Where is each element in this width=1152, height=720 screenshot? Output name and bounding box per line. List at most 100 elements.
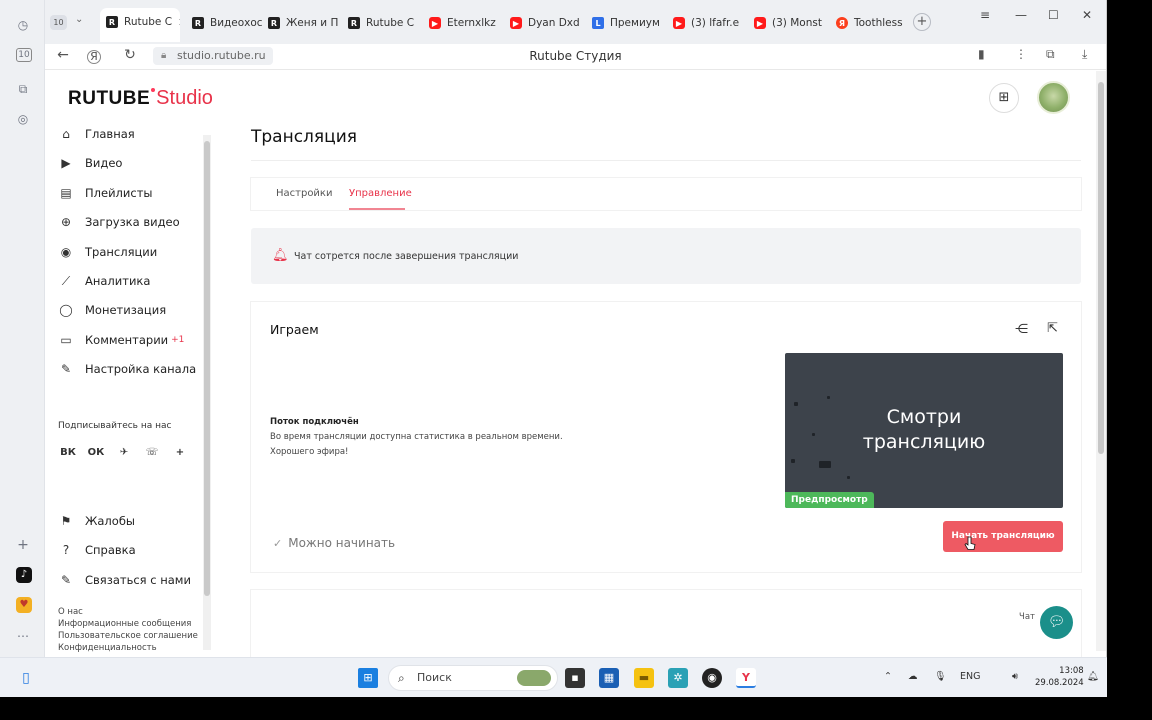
wand-icon: ✎ [60, 362, 72, 377]
sidebar-item[interactable]: ✎ Настройка канала [57, 358, 196, 380]
more-icon[interactable]: ⋯ [14, 627, 32, 645]
stream-preview[interactable]: Смотри трансляцию Предпросмотр [785, 353, 1063, 508]
collections-icon[interactable]: ⧉ [14, 80, 32, 98]
downloads-icon[interactable]: ⤓ [1082, 47, 1087, 62]
widgets-icon[interactable]: ▯ [16, 668, 36, 688]
browser-tab[interactable]: L Премиум [586, 10, 664, 36]
tabs-count-icon[interactable]: 10 [16, 48, 32, 62]
clock[interactable]: 13:08 29.08.2024 [1035, 665, 1084, 689]
sidebar-item[interactable]: ◯ Монетизация [57, 299, 166, 321]
help-icon: ? [62, 543, 70, 558]
footer-link[interactable]: Конфиденциальность [58, 643, 157, 653]
sidebar-bottom-item[interactable]: ? Справка [57, 539, 136, 561]
support-chat-button[interactable]: 💬︎ [1040, 606, 1073, 639]
browser-tab[interactable]: ▶ (3) Monst [748, 10, 826, 36]
sidebar-item[interactable]: ◉ Трансляции [57, 241, 158, 263]
browser-tab[interactable]: Я Toothless [830, 10, 908, 36]
browser-tab[interactable]: ▶ Dyan Dxd [504, 10, 582, 36]
task-view-icon[interactable]: ▪ [565, 668, 585, 688]
browser-tab[interactable]: ▶ (3) lfafr.e [667, 10, 745, 36]
volume-icon[interactable]: 🔊︎ [1012, 671, 1018, 682]
sidebar-item[interactable]: ⟋ Аналитика [57, 270, 151, 292]
bookmark-icon[interactable]: ▮ [978, 47, 985, 61]
share-icon[interactable]: ⋲ [1015, 322, 1028, 337]
new-tab-button[interactable]: + [913, 13, 931, 31]
tab-favicon-icon: ▶ [673, 17, 685, 29]
social-link-icon[interactable]: ✈ [114, 443, 134, 463]
main-content: Трансляция Настройки Управление 🔔︎ Чат с… [251, 71, 1081, 657]
tab-favicon-icon: ▶ [429, 17, 441, 29]
sidebar-scroll-thumb[interactable] [204, 141, 210, 596]
chat-label: Чат [1019, 612, 1035, 622]
close-window-button[interactable]: ✕ [1082, 8, 1092, 22]
add-panel-icon[interactable]: + [14, 536, 32, 554]
folder-icon[interactable]: ▬ [634, 668, 654, 688]
app-settings-icon[interactable]: ✲ [668, 668, 688, 688]
social-link-icon[interactable]: ☏ [142, 443, 162, 463]
tab-management[interactable]: Управление [349, 188, 412, 199]
cloud-icon[interactable]: ☁ [908, 671, 918, 682]
history-icon[interactable]: ◷ [14, 16, 32, 34]
sidebar-item[interactable]: ▭ Комментарии +1 [57, 329, 184, 351]
start-stream-button[interactable]: Начать трансляцию [943, 521, 1063, 552]
screenshot-icon[interactable]: ◎ [14, 110, 32, 128]
tab-label: (3) lfafr.e [691, 17, 740, 29]
sidebar-item[interactable]: ▤ Плейлисты [57, 182, 152, 204]
app-icon[interactable]: ♥ [16, 597, 32, 613]
browser-tab[interactable]: ▶ Eternxlkz [423, 10, 501, 36]
sidebar-item-label: Загрузка видео [85, 215, 180, 230]
sidebar-bottom-item[interactable]: ✎ Связаться с нами [57, 569, 191, 591]
browser-tab[interactable]: R Женя и П [262, 10, 340, 36]
footer-link[interactable]: Пользовательское соглашение [58, 631, 198, 641]
sidebar: ⌂ Главная ▶ Видео ▤ Плейлисты ⊕ Загрузка видео ◉… [45, 123, 213, 653]
sidebar-item[interactable]: ⌂ Главная [57, 123, 135, 145]
kebab-menu-icon[interactable]: ⋮ [1015, 47, 1027, 61]
language-indicator[interactable]: ENG [960, 671, 980, 682]
tab-settings[interactable]: Настройки [276, 188, 332, 199]
upload-icon: ⊕ [60, 215, 72, 230]
sidebar-item-label: Настройка канала [85, 362, 197, 377]
store-icon[interactable]: ▦ [599, 668, 619, 688]
tab-favicon-icon: R [268, 17, 280, 29]
tiktok-icon[interactable]: ♪ [16, 567, 32, 583]
windows-start-icon[interactable]: ⊞ [358, 668, 378, 688]
browser-tab[interactable]: R Rutube С [342, 10, 420, 36]
microphone-icon[interactable]: 🎙︎ [934, 671, 946, 682]
maximize-button[interactable]: ☐ [1048, 8, 1059, 22]
flag-icon: ⚑ [60, 514, 72, 528]
browser-tab[interactable]: R Видеохос [186, 10, 264, 36]
extensions-icon[interactable]: ⧉ [1046, 47, 1055, 62]
footer-link[interactable]: О нас [58, 607, 83, 617]
chat-card: Чат 💬︎ [251, 590, 1081, 657]
yandex-browser-icon[interactable]: Y [736, 668, 756, 688]
analytics-icon: ⟋ [61, 274, 71, 288]
rutube-studio-logo[interactable]: RUTUBE Studio [68, 87, 213, 110]
preview-speck [847, 476, 850, 479]
tab-favicon-icon: Я [836, 17, 848, 29]
minimize-button[interactable]: — [1015, 8, 1027, 22]
stream-status-line: Хорошего эфира! [270, 447, 349, 457]
menu-icon[interactable]: ≡ [980, 8, 990, 22]
notification-icon[interactable]: 🔔︎ [1087, 671, 1099, 682]
page-scroll-thumb[interactable] [1098, 82, 1104, 454]
footer-link[interactable]: Информационные сообщения [58, 619, 191, 629]
social-link-icon[interactable]: ВК [58, 443, 78, 463]
tab-counter[interactable]: 10 [50, 15, 67, 30]
social-link-icon[interactable]: ОК [86, 443, 106, 463]
social-link-icon[interactable]: + [170, 443, 190, 463]
obs-icon[interactable]: ◉ [702, 668, 722, 688]
tray-chevron-icon[interactable]: ⌃ [884, 671, 892, 682]
taskbar-search[interactable]: ⌕ Поиск [388, 665, 558, 691]
external-link-icon[interactable]: ⇱ [1047, 321, 1058, 336]
sidebar-item[interactable]: ⊕ Загрузка видео [57, 211, 180, 233]
sidebar-item[interactable]: ▶ Видео [57, 152, 122, 174]
chevron-down-icon[interactable]: ⌄ [75, 14, 83, 25]
sidebar-bottom-item[interactable]: ⚑ Жалобы [57, 510, 135, 532]
close-tab-icon[interactable]: ✕ [178, 16, 180, 29]
clock-time: 13:08 [1059, 666, 1084, 676]
sidebar-item-label: Связаться с нами [85, 572, 191, 587]
browser-tab[interactable]: R Rutube С ✕ [100, 8, 180, 42]
broadcast-icon: ◉ [60, 244, 72, 259]
studio-page: RUTUBE Studio ⊞ ⌂ Главная ▶ Видео ▤ Плейлисты… [45, 71, 1097, 657]
search-placeholder: Поиск [417, 671, 452, 684]
